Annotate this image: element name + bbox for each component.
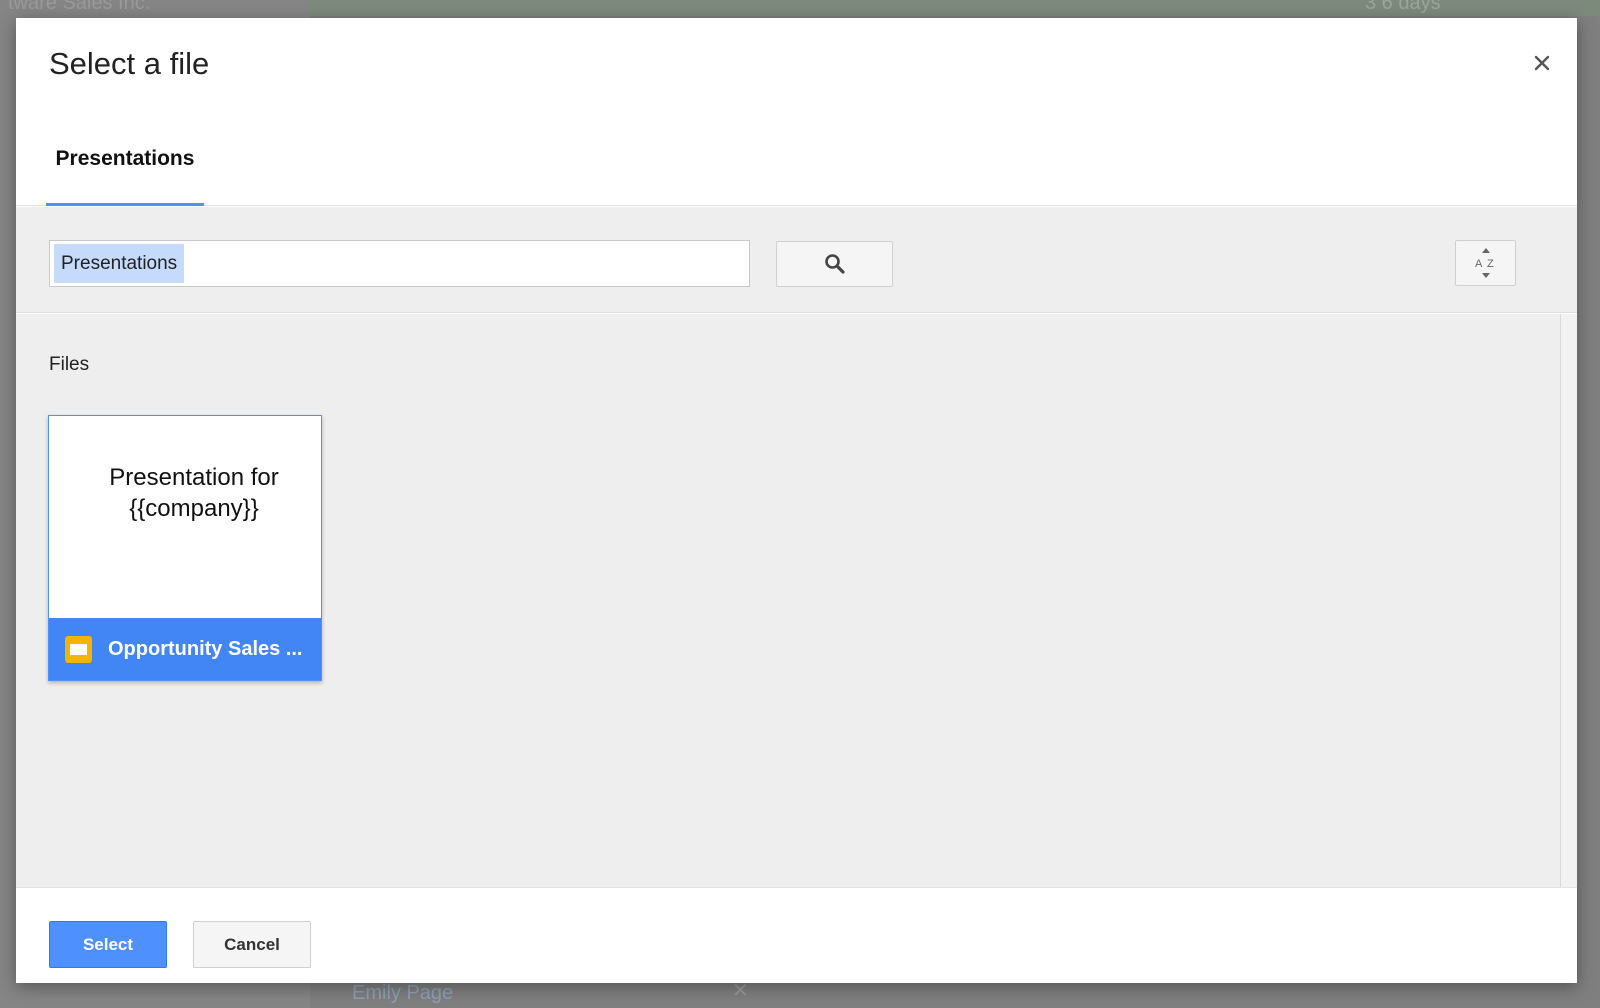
tab-bar: Presentations (16, 126, 1577, 206)
dialog-footer: Select Cancel (16, 887, 1577, 983)
close-button[interactable] (1529, 50, 1555, 76)
content-scrollbar[interactable] (1560, 314, 1577, 887)
search-input[interactable]: Presentations (49, 240, 750, 287)
background-contact-name: Emily Page (352, 982, 454, 1004)
background-days-text: 3 6 days (1365, 0, 1441, 14)
svg-text:A: A (1475, 258, 1483, 270)
files-section-label: Files (49, 354, 90, 375)
sort-button[interactable]: A Z (1455, 240, 1516, 286)
file-card-footer: Opportunity Sales ... (49, 618, 321, 680)
svg-text:Z: Z (1487, 258, 1494, 270)
file-picker-dialog: Select a file Presentations Presentation… (16, 18, 1577, 983)
slides-icon (65, 635, 92, 663)
file-browser: Files Presentation for {{company}} Oppor… (16, 314, 1560, 887)
file-thumbnail: Presentation for {{company}} (49, 416, 321, 619)
select-button[interactable]: Select (49, 921, 167, 968)
tab-presentations[interactable]: Presentations (46, 126, 204, 206)
file-card[interactable]: Presentation for {{company}} Opportunity… (48, 415, 322, 681)
search-button[interactable] (776, 241, 893, 287)
background-company-text: tware Sales Inc. (8, 0, 151, 14)
cancel-button[interactable]: Cancel (193, 921, 311, 968)
dialog-title: Select a file (49, 46, 210, 81)
file-name: Opportunity Sales ... (108, 637, 303, 660)
search-icon (824, 254, 845, 274)
file-thumbnail-text: Presentation for {{company}} (109, 464, 279, 522)
sort-az-icon: A Z (1475, 248, 1494, 278)
search-toolbar: Presentations A Z (16, 207, 1577, 313)
search-query-chip: Presentations (54, 244, 185, 283)
close-icon (1534, 55, 1550, 71)
